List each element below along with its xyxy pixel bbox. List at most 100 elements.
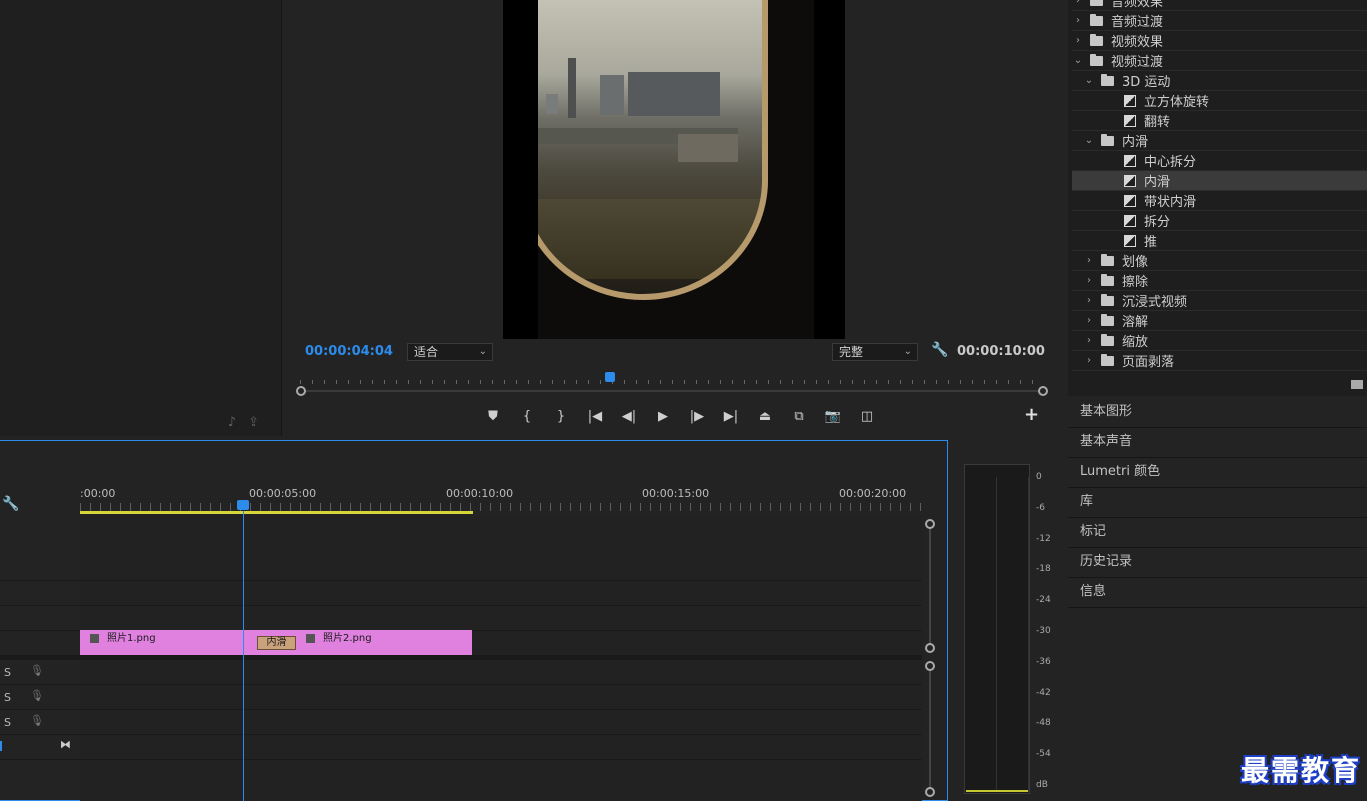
track-header-a3[interactable]: S 🎙 xyxy=(0,710,80,735)
chevron-down-icon[interactable]: ⌄ xyxy=(1072,55,1084,66)
comparison-view-button[interactable]: ◫ xyxy=(850,405,884,427)
timeline-playhead-handle[interactable] xyxy=(237,500,249,510)
work-area-bar[interactable] xyxy=(80,511,473,514)
track-row-a3[interactable] xyxy=(80,710,922,735)
track-header-a1[interactable]: S 🎙 xyxy=(0,660,80,685)
mark-out-button[interactable]: } xyxy=(544,405,578,427)
add-marker-button[interactable]: ⛊ xyxy=(476,405,510,427)
effects-folder[interactable]: › 沉浸式视频 xyxy=(1072,291,1367,311)
program-playhead[interactable] xyxy=(604,372,615,382)
chevron-right-icon[interactable]: › xyxy=(1072,15,1084,26)
panel-markers[interactable]: 标记 xyxy=(1068,518,1367,548)
effects-folder[interactable]: ⌄ 内滑 xyxy=(1072,131,1367,151)
track-header-v2[interactable] xyxy=(0,581,80,606)
chevron-right-icon[interactable]: › xyxy=(1083,335,1095,346)
effects-folder[interactable]: › 缩放 xyxy=(1072,331,1367,351)
effects-preset[interactable]: 中心拆分 xyxy=(1072,151,1367,171)
transition-preset-icon xyxy=(1124,174,1136,187)
go-to-end-icon[interactable]: ⧓ xyxy=(60,738,71,751)
chevron-right-icon[interactable]: › xyxy=(1083,355,1095,366)
panel-essential-graphics[interactable]: 基本图形 xyxy=(1068,398,1367,428)
chevron-right-icon[interactable]: › xyxy=(1083,255,1095,266)
chevron-right-icon[interactable]: › xyxy=(1083,275,1095,286)
effects-folder[interactable]: › 划像 xyxy=(1072,251,1367,271)
settings-wrench-icon[interactable]: 🔧 xyxy=(931,342,948,358)
timeline-settings-wrench-icon[interactable]: 🔧 xyxy=(2,496,19,512)
effects-folder[interactable]: ⌄ 3D 运动 xyxy=(1072,71,1367,91)
effects-folder[interactable]: › 音频效果 xyxy=(1072,0,1367,11)
microphone-icon[interactable]: 🎙 xyxy=(30,689,44,702)
track-row-master[interactable] xyxy=(80,735,922,760)
zoom-handle-right[interactable] xyxy=(1038,386,1048,396)
program-time-ruler[interactable] xyxy=(300,372,1044,386)
solo-button[interactable]: S xyxy=(4,716,11,729)
panel-info[interactable]: 信息 xyxy=(1068,578,1367,608)
solo-button[interactable]: S xyxy=(4,666,11,679)
play-button[interactable]: ▶ xyxy=(646,405,680,427)
effects-preset[interactable]: 带状内滑 xyxy=(1072,191,1367,211)
step-forward-button[interactable]: |▶ xyxy=(680,405,714,427)
scroll-handle-top[interactable] xyxy=(925,519,935,529)
fit-dropdown[interactable]: 适合 ⌄ xyxy=(407,343,493,361)
track-row-a2[interactable] xyxy=(80,685,922,710)
panel-lumetri-color[interactable]: Lumetri 颜色 xyxy=(1068,458,1367,488)
effects-preset[interactable]: 内滑 xyxy=(1072,171,1367,191)
current-timecode[interactable]: 00:00:04:04 xyxy=(305,344,393,359)
track-row-v2[interactable] xyxy=(80,581,922,606)
transition-push-slide[interactable]: 内滑 xyxy=(257,636,296,650)
effects-folder[interactable]: › 音频过渡 xyxy=(1072,11,1367,31)
effects-preset[interactable]: 立方体旋转 xyxy=(1072,91,1367,111)
track-header-master[interactable]: ⧓ xyxy=(0,735,80,760)
audio-track-scrollbar[interactable] xyxy=(925,661,935,797)
panel-essential-sound[interactable]: 基本声音 xyxy=(1068,428,1367,458)
effects-folder[interactable]: ⌄ 视频过渡 xyxy=(1072,51,1367,71)
step-back-button[interactable]: ◀| xyxy=(612,405,646,427)
track-row-a1[interactable] xyxy=(80,660,922,685)
effects-folder[interactable]: › 溶解 xyxy=(1072,311,1367,331)
panel-history[interactable]: 历史记录 xyxy=(1068,548,1367,578)
effects-preset[interactable]: 拆分 xyxy=(1072,211,1367,231)
video-track-scrollbar[interactable] xyxy=(925,519,935,653)
chevron-right-icon[interactable]: › xyxy=(1072,35,1084,46)
chevron-right-icon[interactable]: › xyxy=(1083,295,1095,306)
track-row-empty[interactable] xyxy=(80,760,922,801)
export-frame-icon[interactable]: ⇪ xyxy=(248,415,259,430)
effects-folder[interactable]: › 页面剥落 xyxy=(1072,351,1367,371)
effects-preset[interactable]: 推 xyxy=(1072,231,1367,251)
effects-folder[interactable]: › 擦除 xyxy=(1072,271,1367,291)
track-row-v3[interactable] xyxy=(80,515,922,581)
scroll-handle-bottom[interactable] xyxy=(925,787,935,797)
timeline-ruler[interactable]: :00:00 00:00:05:00 00:00:10:00 00:00:15:… xyxy=(80,481,926,515)
panel-libraries[interactable]: 库 xyxy=(1068,488,1367,518)
microphone-icon[interactable]: 🎙 xyxy=(30,664,44,677)
track-header-v3[interactable] xyxy=(0,515,80,581)
microphone-icon[interactable]: 🎙 xyxy=(30,714,44,727)
track-header-a2[interactable]: S 🎙 xyxy=(0,685,80,710)
export-frame-button[interactable]: 📷 xyxy=(816,405,850,427)
new-bin-icon[interactable] xyxy=(1351,380,1363,389)
program-monitor-panel: 00:00:04:04 适合 ⌄ 完整 ⌄ 🔧 00:00:10:00 ⛊ { … xyxy=(286,0,1062,436)
chevron-right-icon[interactable]: › xyxy=(1083,315,1095,326)
scroll-handle-top[interactable] xyxy=(925,661,935,671)
extract-button[interactable]: ⧉ xyxy=(782,405,816,427)
chevron-right-icon[interactable]: › xyxy=(1072,0,1084,6)
effects-preset[interactable]: 翻转 xyxy=(1072,111,1367,131)
chevron-down-icon[interactable]: ⌄ xyxy=(1083,75,1095,86)
insert-audio-icon[interactable]: ♪ xyxy=(228,415,236,430)
chevron-down-icon[interactable]: ⌄ xyxy=(1083,135,1095,146)
clip-photo1[interactable]: 照片1.png xyxy=(80,630,256,655)
track-header-v1[interactable] xyxy=(0,631,80,656)
playback-quality-dropdown[interactable]: 完整 ⌄ xyxy=(832,343,918,361)
scroll-handle-bottom[interactable] xyxy=(925,643,935,653)
solo-button[interactable]: S xyxy=(4,691,11,704)
zoom-handle-left[interactable] xyxy=(296,386,306,396)
lift-button[interactable]: ⏏ xyxy=(748,405,782,427)
track-row-v1-upper[interactable] xyxy=(80,606,922,631)
program-zoom-scrollbar[interactable] xyxy=(296,386,1048,396)
effects-folder[interactable]: › 视频效果 xyxy=(1072,31,1367,51)
track-header-v1-upper[interactable] xyxy=(0,606,80,631)
go-to-in-button[interactable]: |◀ xyxy=(578,405,612,427)
mark-in-button[interactable]: { xyxy=(510,405,544,427)
button-editor-add-button[interactable]: + xyxy=(1024,404,1039,425)
go-to-out-button[interactable]: ▶| xyxy=(714,405,748,427)
